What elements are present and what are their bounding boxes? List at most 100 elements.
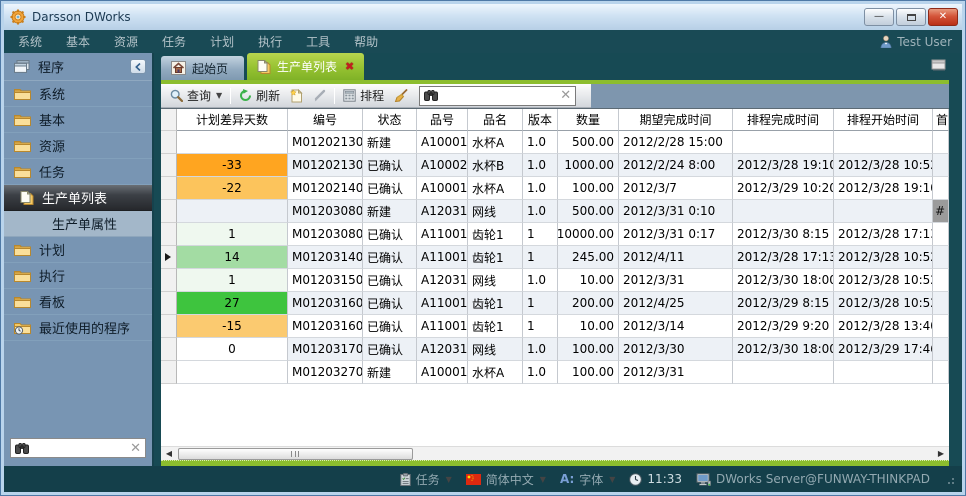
table-cell[interactable]: A11001: [417, 246, 468, 269]
sidebar-item[interactable]: 系统: [4, 81, 152, 107]
table-cell[interactable]: 已确认: [363, 338, 417, 361]
tab-close-icon[interactable]: ✖: [345, 60, 354, 73]
column-header[interactable]: 排程完成时间: [733, 109, 834, 131]
table-cell[interactable]: 100.00: [558, 361, 619, 384]
row-header-cell[interactable]: [161, 292, 177, 315]
table-cell[interactable]: 2012/4/11: [619, 246, 733, 269]
column-header[interactable]: 排程开始时间: [834, 109, 933, 131]
column-header[interactable]: 品名: [468, 109, 523, 131]
table-cell[interactable]: 2012/3/29 9:20: [733, 315, 834, 338]
table-cell[interactable]: 245.00: [558, 246, 619, 269]
sidebar-collapse-button[interactable]: [130, 59, 146, 74]
table-row[interactable]: M012032701新建A10001水杯A1.0100.002012/3/31: [161, 361, 949, 384]
table-cell[interactable]: 2012/4/25: [619, 292, 733, 315]
table-cell-partial[interactable]: [933, 338, 949, 361]
status-language-dropdown[interactable]: 简体中文 ▼: [466, 471, 546, 488]
sidebar-item[interactable]: 基本: [4, 107, 152, 133]
row-header-cell[interactable]: [161, 154, 177, 177]
table-cell[interactable]: 2012/3/31: [619, 361, 733, 384]
table-cell[interactable]: 2012/3/31 0:10: [619, 200, 733, 223]
table-cell[interactable]: 新建: [363, 131, 417, 154]
schedule-button[interactable]: 排程: [338, 85, 389, 106]
table-cell-partial[interactable]: [933, 292, 949, 315]
table-cell[interactable]: 10.00: [558, 315, 619, 338]
table-cell[interactable]: 齿轮1: [468, 246, 523, 269]
table-row[interactable]: M012021301新建A10001水杯A1.0500.002012/2/28 …: [161, 131, 949, 154]
table-cell[interactable]: 1.0: [523, 131, 558, 154]
table-cell[interactable]: 2012/3/28 10:52: [834, 292, 933, 315]
table-cell[interactable]: [834, 200, 933, 223]
table-cell[interactable]: 1: [177, 223, 288, 246]
table-cell[interactable]: M012031701: [288, 338, 363, 361]
table-cell[interactable]: M012021301: [288, 131, 363, 154]
row-header-cell[interactable]: [161, 200, 177, 223]
table-cell[interactable]: 已确认: [363, 292, 417, 315]
minimize-button[interactable]: —: [864, 8, 894, 26]
row-header-cell[interactable]: [161, 361, 177, 384]
column-header[interactable]: 品号: [417, 109, 468, 131]
maximize-button[interactable]: [896, 8, 926, 26]
table-cell[interactable]: 水杯A: [468, 177, 523, 200]
table-cell[interactable]: 已确认: [363, 154, 417, 177]
table-cell[interactable]: 1: [523, 292, 558, 315]
status-task-dropdown[interactable]: 任务 ▼: [400, 471, 452, 488]
table-cell[interactable]: 水杯B: [468, 154, 523, 177]
table-cell[interactable]: [177, 131, 288, 154]
table-cell-partial[interactable]: [933, 269, 949, 292]
table-cell[interactable]: [733, 361, 834, 384]
table-cell[interactable]: 1: [523, 223, 558, 246]
table-row[interactable]: 14M012031402已确认A11001齿轮11245.002012/4/11…: [161, 246, 949, 269]
table-cell[interactable]: 500.00: [558, 200, 619, 223]
table-row[interactable]: -15M012031602已确认A11001齿轮1110.002012/3/14…: [161, 315, 949, 338]
column-header[interactable]: 数量: [558, 109, 619, 131]
sidebar-item[interactable]: 任务: [4, 159, 152, 185]
table-row[interactable]: 0M012031701已确认A12031网线1.0100.002012/3/30…: [161, 338, 949, 361]
table-cell[interactable]: M012031602: [288, 315, 363, 338]
menu-item-5[interactable]: 执行: [258, 33, 282, 50]
table-cell[interactable]: 2012/3/29 8:15: [733, 292, 834, 315]
table-cell[interactable]: 1: [523, 315, 558, 338]
table-cell[interactable]: 1000.00: [558, 154, 619, 177]
row-header-cell[interactable]: [161, 131, 177, 154]
table-cell[interactable]: A10001: [417, 177, 468, 200]
table-cell[interactable]: 网线: [468, 338, 523, 361]
table-cell[interactable]: 2012/3/29 17:46: [834, 338, 933, 361]
table-cell[interactable]: 14: [177, 246, 288, 269]
table-cell[interactable]: 0: [177, 338, 288, 361]
table-cell[interactable]: 已确认: [363, 177, 417, 200]
column-header[interactable]: 版本: [523, 109, 558, 131]
table-cell-partial[interactable]: #: [933, 200, 949, 223]
table-cell[interactable]: A10001: [417, 361, 468, 384]
table-cell[interactable]: M012032701: [288, 361, 363, 384]
table-cell[interactable]: M012030802: [288, 223, 363, 246]
menu-item-4[interactable]: 计划: [210, 33, 234, 50]
table-cell[interactable]: 2012/2/24 8:00: [619, 154, 733, 177]
table-row[interactable]: M012030801新建A12031网线1.0500.002012/3/31 0…: [161, 200, 949, 223]
table-cell[interactable]: 齿轮1: [468, 292, 523, 315]
sidebar-item[interactable]: 执行: [4, 263, 152, 289]
table-cell[interactable]: 已确认: [363, 246, 417, 269]
table-cell[interactable]: 10.00: [558, 269, 619, 292]
table-cell-partial[interactable]: [933, 223, 949, 246]
table-cell[interactable]: 100.00: [558, 177, 619, 200]
table-row[interactable]: 1M012030802已确认A11001齿轮1110000.002012/3/3…: [161, 223, 949, 246]
table-cell[interactable]: 已确认: [363, 223, 417, 246]
menu-item-1[interactable]: 基本: [66, 33, 90, 50]
sidebar-search-clear-icon[interactable]: ✕: [130, 442, 141, 455]
sidebar-item[interactable]: 最近使用的程序: [4, 315, 152, 341]
table-cell[interactable]: 2012/3/14: [619, 315, 733, 338]
table-cell[interactable]: 水杯A: [468, 361, 523, 384]
table-cell[interactable]: 100.00: [558, 338, 619, 361]
float-window-icon[interactable]: [931, 59, 947, 72]
tab-inactive[interactable]: 起始页: [161, 56, 244, 80]
table-cell[interactable]: A10002: [417, 154, 468, 177]
table-cell[interactable]: 2012/3/30: [619, 338, 733, 361]
row-header-cell[interactable]: [161, 223, 177, 246]
table-cell[interactable]: A11001: [417, 315, 468, 338]
table-cell[interactable]: 已确认: [363, 269, 417, 292]
table-cell[interactable]: 2012/3/30 18:00: [733, 338, 834, 361]
scroll-right-arrow-icon[interactable]: ▶: [933, 447, 949, 461]
table-cell[interactable]: M012031501: [288, 269, 363, 292]
table-cell[interactable]: [733, 200, 834, 223]
table-cell[interactable]: M012031402: [288, 246, 363, 269]
